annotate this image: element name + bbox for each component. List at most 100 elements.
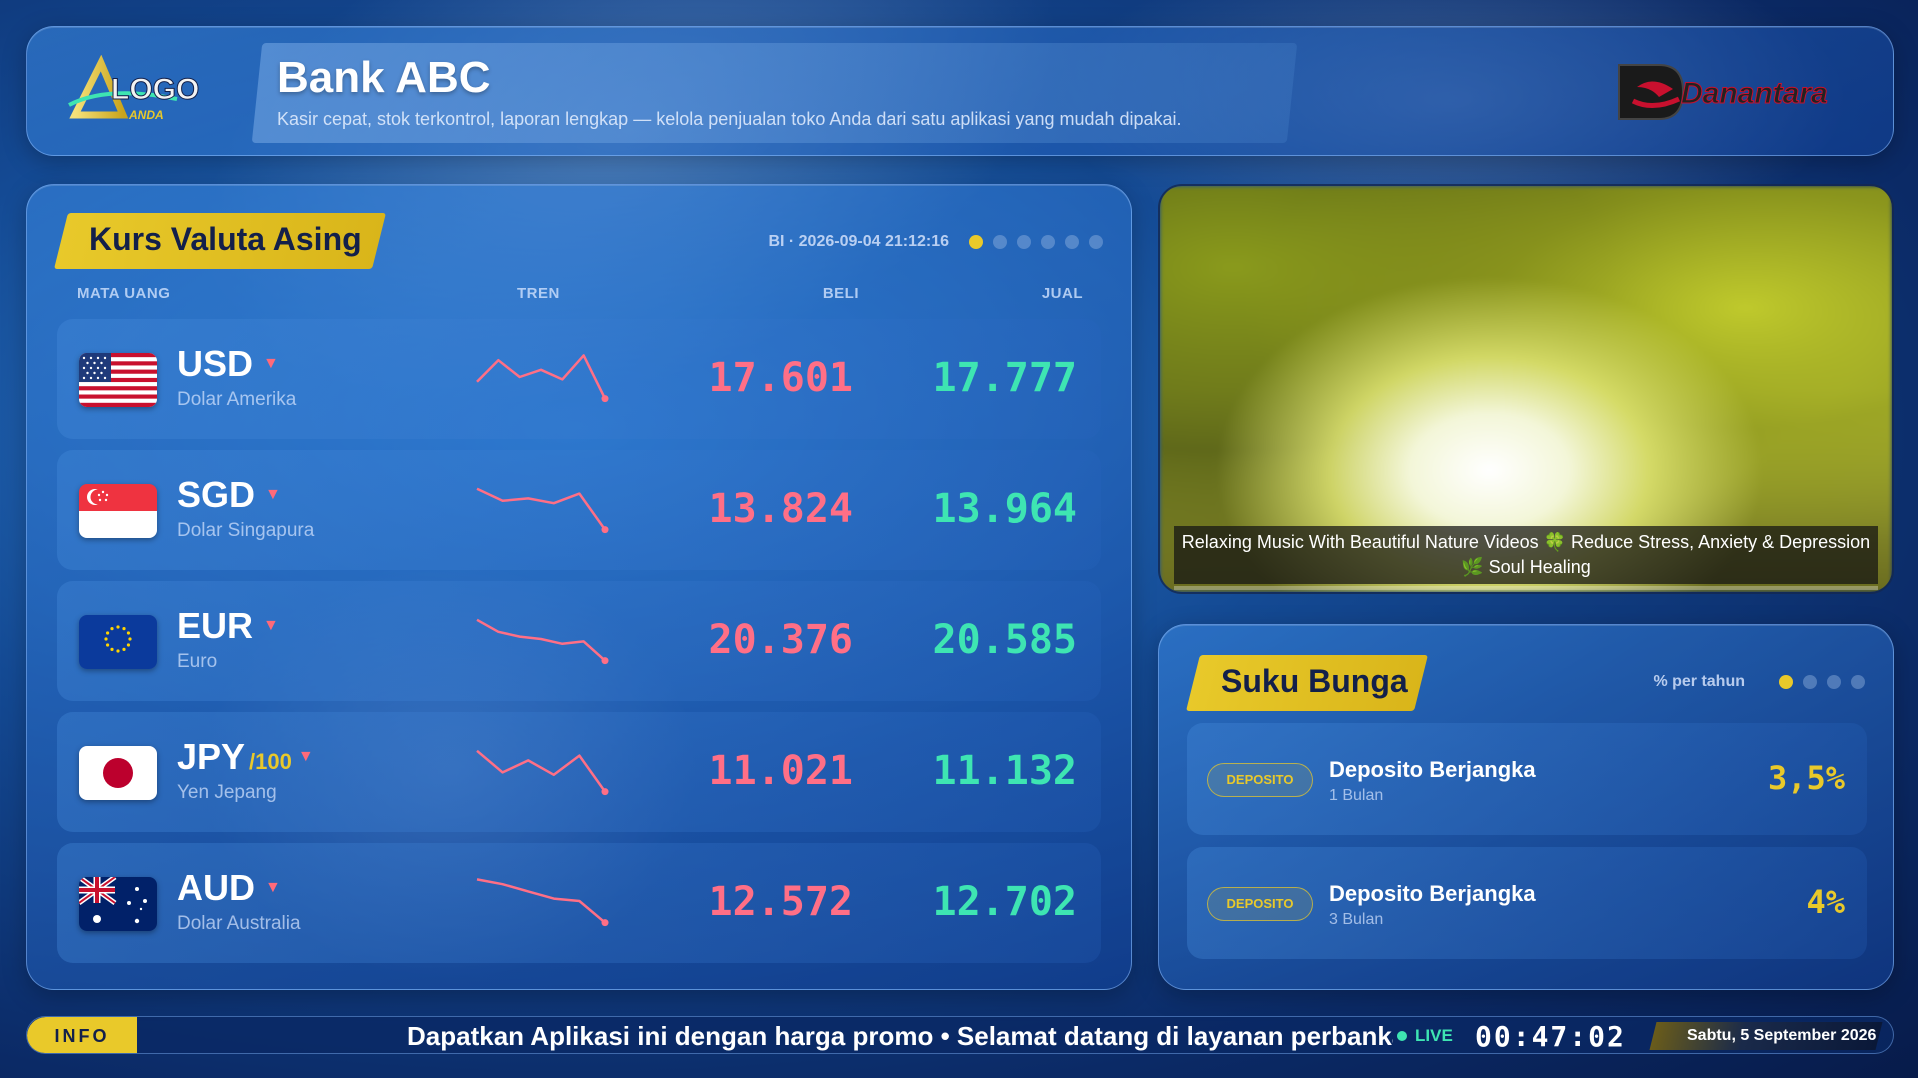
- page-indicator: [969, 235, 1103, 249]
- deposit-tag: DEPOSITO: [1207, 887, 1313, 921]
- page-dot[interactable]: [1089, 235, 1103, 249]
- page-indicator: [1779, 675, 1865, 689]
- page-dot[interactable]: [1851, 675, 1865, 689]
- down-arrow-icon: ▼: [265, 879, 281, 896]
- sell-rate: 13.964: [932, 486, 1078, 532]
- rate-value: 4%: [1806, 883, 1845, 921]
- page-dot[interactable]: [1803, 675, 1817, 689]
- buy-rate: 13.824: [708, 486, 854, 532]
- buy-rate: 20.376: [708, 617, 854, 663]
- ticker-label: INFO: [27, 1017, 137, 1053]
- page-dot[interactable]: [1779, 675, 1793, 689]
- au-flag-icon: [79, 877, 157, 931]
- currency-row-sgd: SGD ▼ Dolar Singapura 13.824 13.964: [57, 450, 1101, 570]
- rate-title: Deposito Berjangka: [1329, 881, 1536, 906]
- trend-sparkline: [476, 618, 609, 665]
- partner-logo: Danantara: [1618, 64, 1828, 120]
- column-header-buy: BELI: [822, 285, 859, 302]
- rate-term: 1 Bulan: [1329, 787, 1384, 804]
- currency-name: Euro: [177, 651, 218, 672]
- trend-sparkline: [476, 878, 609, 927]
- sparkline-end-point: [601, 526, 609, 534]
- page-dot[interactable]: [1065, 235, 1079, 249]
- trend-sparkline: [476, 749, 609, 796]
- video-caption-line: 🌿 Soul Healing: [1461, 557, 1591, 577]
- deposit-tag: DEPOSITO: [1207, 763, 1313, 797]
- rate-row: DEPOSITO Deposito Berjangka 3 Bulan 4%: [1187, 847, 1867, 959]
- currency-name: Dolar Singapura: [177, 520, 315, 541]
- sparkline-path: [476, 354, 607, 400]
- rate-title: Deposito Berjangka: [1329, 757, 1536, 782]
- header-bar: LOGO ANDA Bank ABC Kasir cepat, stok ter…: [26, 26, 1894, 156]
- video-caption: Relaxing Music With Beautiful Nature Vid…: [1174, 526, 1878, 584]
- interest-rate-panel: Suku Bunga % per tahun DEPOSITO Deposito…: [1158, 624, 1894, 990]
- buy-rate: 11.021: [708, 748, 854, 794]
- exchange-rate-title: Kurs Valuta Asing: [89, 221, 362, 257]
- brand-logo: LOGO ANDA: [68, 55, 200, 122]
- sell-rate: 12.702: [932, 879, 1078, 925]
- currency-code: EUR ▼: [177, 605, 279, 646]
- currency-row-eur: EUR ▼ Euro 20.376 20.585: [57, 581, 1101, 701]
- page-dot[interactable]: [1017, 235, 1031, 249]
- exchange-rate-panel: Kurs Valuta Asing BI · 2026-09-04 21:12:…: [26, 184, 1132, 990]
- down-arrow-icon: ▼: [297, 748, 314, 765]
- sparkline-path: [476, 749, 607, 793]
- sell-rate: 20.585: [932, 617, 1078, 663]
- currency-name: Yen Jepang: [177, 782, 277, 803]
- sparkline-end-point: [601, 395, 609, 403]
- sparkline-path: [476, 878, 606, 924]
- live-dot-icon: [1397, 1031, 1407, 1041]
- currency-code: SGD ▼: [177, 474, 281, 515]
- down-arrow-icon: ▼: [263, 355, 279, 372]
- trend-sparkline: [476, 354, 609, 403]
- currency-code: AUD ▼: [177, 867, 281, 908]
- currency-row-usd: USD ▼ Dolar Amerika 17.601 17.777: [57, 319, 1101, 439]
- news-ticker: INFO Dapatkan Aplikasi ini dengan harga …: [26, 1016, 1894, 1054]
- svg-text:LOGO: LOGO: [111, 73, 199, 106]
- currency-name: Dolar Australia: [177, 913, 301, 934]
- date-label: Sabtu, 5 September 2026: [1687, 1027, 1877, 1044]
- down-arrow-icon: ▼: [263, 617, 279, 634]
- sparkline-end-point: [601, 657, 609, 665]
- video-progress-bar[interactable]: [1174, 586, 1878, 590]
- sg-flag-icon: [79, 484, 157, 538]
- rate-row: DEPOSITO Deposito Berjangka 1 Bulan 3,5%: [1187, 723, 1867, 835]
- bank-subtitle: Kasir cepat, stok terkontrol, laporan le…: [277, 109, 1182, 129]
- page-dot[interactable]: [969, 235, 983, 249]
- buy-rate: 12.572: [708, 879, 854, 925]
- buy-rate: 17.601: [708, 355, 854, 401]
- rate-term: 3 Bulan: [1329, 911, 1384, 928]
- eu-flag-icon: [79, 615, 157, 669]
- bank-title: Bank ABC: [277, 53, 491, 102]
- interest-rate-title: Suku Bunga: [1221, 663, 1408, 699]
- interest-rate-unit: % per tahun: [1653, 673, 1745, 690]
- column-header-trend: TREN: [517, 285, 560, 302]
- sparkline-end-point: [601, 919, 609, 927]
- down-arrow-icon: ▼: [265, 486, 281, 503]
- page-dot[interactable]: [1041, 235, 1055, 249]
- ticker-text: Dapatkan Aplikasi ini dengan harga promo…: [407, 1021, 1393, 1051]
- trend-sparkline: [476, 487, 609, 534]
- sell-rate: 11.132: [932, 748, 1078, 794]
- column-header-sell: JUAL: [1041, 285, 1083, 302]
- currency-code: JPY/100 ▼: [177, 736, 314, 777]
- page-dot[interactable]: [1827, 675, 1841, 689]
- us-flag-icon: [79, 353, 157, 407]
- currency-row-jpy: JPY/100 ▼ Yen Jepang 11.021 11.132: [57, 712, 1101, 832]
- page-dot[interactable]: [993, 235, 1007, 249]
- rate-value: 3,5%: [1767, 759, 1845, 797]
- jp-flag-icon: [79, 746, 157, 800]
- currency-row-aud: AUD ▼ Dolar Australia 12.572 12.702: [57, 843, 1101, 963]
- svg-text:ANDA: ANDA: [128, 108, 164, 122]
- video-caption-line: Relaxing Music With Beautiful Nature Vid…: [1181, 532, 1871, 552]
- live-indicator: LIVE: [1397, 1017, 1453, 1053]
- video-player[interactable]: Relaxing Music With Beautiful Nature Vid…: [1158, 184, 1894, 594]
- sparkline-path: [476, 487, 607, 531]
- exchange-rate-source: BI · 2026-09-04 21:12:16: [768, 233, 949, 250]
- currency-code: USD ▼: [177, 343, 279, 384]
- sparkline-end-point: [601, 788, 609, 796]
- clock: 00:47:02: [1475, 1020, 1626, 1053]
- sparkline-path: [476, 618, 606, 662]
- sell-rate: 17.777: [932, 355, 1078, 401]
- column-header-currency: MATA UANG: [77, 285, 171, 302]
